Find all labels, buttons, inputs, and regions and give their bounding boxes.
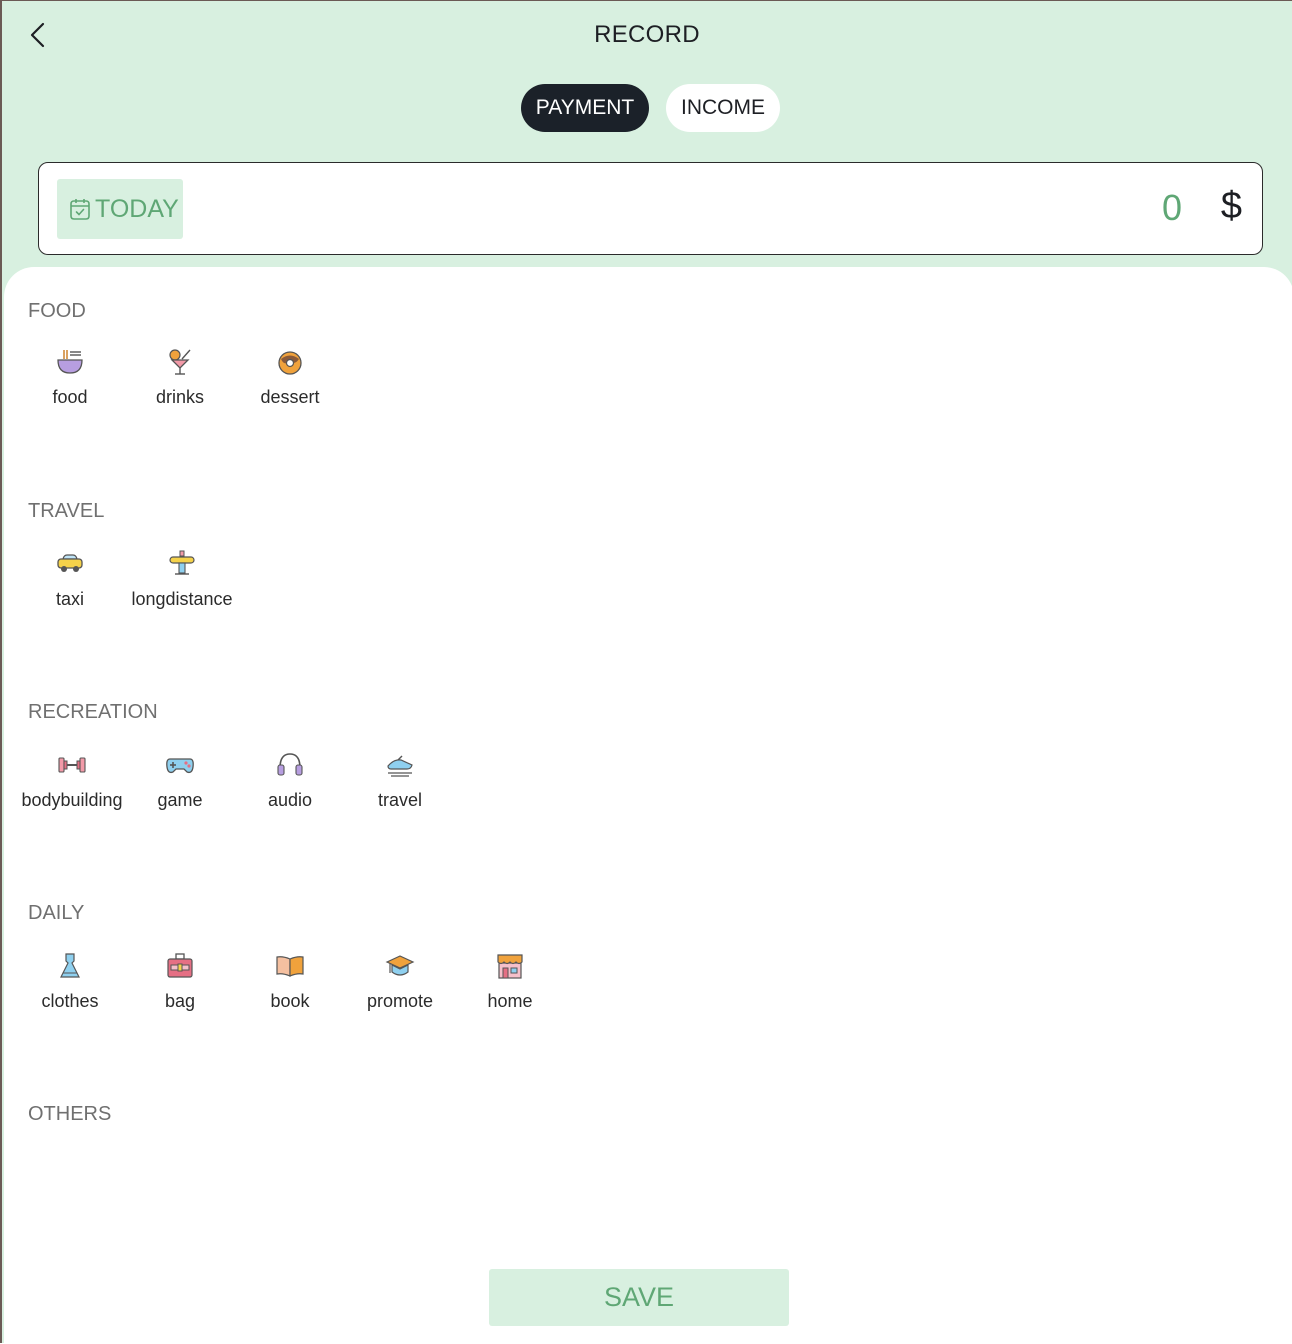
tab-payment[interactable]: PAYMENT [521,84,649,132]
section-title-daily: DAILY [28,902,85,924]
category-label: drinks [155,387,204,407]
category-panel: FOOD food drinks dessert TRAVEL taxi lon… [4,267,1292,1344]
dumbbell-icon [58,757,86,773]
storefront-icon [497,954,523,979]
category-label: home [487,991,533,1011]
category-label: bag [164,991,196,1011]
category-item-bag[interactable]: bag [125,951,235,1012]
category-item-bodybuilding[interactable]: bodybuilding [17,750,127,811]
noodle-bowl-icon [57,350,83,374]
section-title-others: OTHERS [28,1103,112,1125]
category-label: clothes [41,991,99,1011]
calendar-check-icon [70,199,90,220]
category-item-audio[interactable]: audio [235,750,345,811]
donut-icon [278,351,302,375]
dress-icon [60,953,80,978]
category-label: promote [366,991,434,1011]
category-item-taxi[interactable]: taxi [15,549,125,610]
category-item-travel[interactable]: travel [345,750,455,811]
category-item-clothes[interactable]: clothes [15,951,125,1012]
category-label: book [270,991,310,1011]
category-label: travel [377,790,422,810]
category-item-promote[interactable]: promote [345,951,455,1012]
category-item-game[interactable]: game [125,750,235,811]
open-book-icon [276,956,304,977]
category-label: bodybuilding [21,790,123,810]
category-item-dessert[interactable]: dessert [235,347,345,408]
date-picker-button[interactable]: TODAY [57,179,183,239]
category-item-book[interactable]: book [235,951,345,1012]
section-title-recreation: RECREATION [28,701,158,723]
category-label: taxi [55,589,84,609]
gamepad-icon [166,758,194,774]
category-label: game [157,790,203,810]
section-title-travel: TRAVEL [28,500,105,522]
section-title-food: FOOD [28,300,86,322]
currency-symbol: $ [1220,185,1242,227]
briefcase-icon [167,953,193,978]
amount-value[interactable]: 0 [1162,187,1182,229]
category-item-food[interactable]: food [15,347,125,408]
category-label: food [52,387,88,407]
graduation-cap-icon [385,955,415,976]
category-item-home[interactable]: home [455,951,565,1012]
jet-ski-icon [387,755,413,777]
category-item-drinks[interactable]: drinks [125,347,235,408]
headphones-icon [277,753,303,776]
app-frame: RECORD PAYMENT INCOME TODAY 0 $ FOOD foo… [0,0,1292,1344]
airplane-icon [169,550,195,575]
amount-entry[interactable]: TODAY 0 $ [38,162,1263,255]
save-button[interactable]: SAVE [489,1269,789,1326]
page-title: RECORD [594,21,700,48]
cocktail-icon [169,349,191,375]
tab-income[interactable]: INCOME [666,84,780,132]
category-item-longdistance[interactable]: longdistance [127,549,237,610]
category-label: dessert [260,387,320,407]
taxi-icon [57,554,83,572]
date-label: TODAY [95,194,179,223]
category-label: longdistance [131,589,233,609]
category-label: audio [267,790,313,810]
